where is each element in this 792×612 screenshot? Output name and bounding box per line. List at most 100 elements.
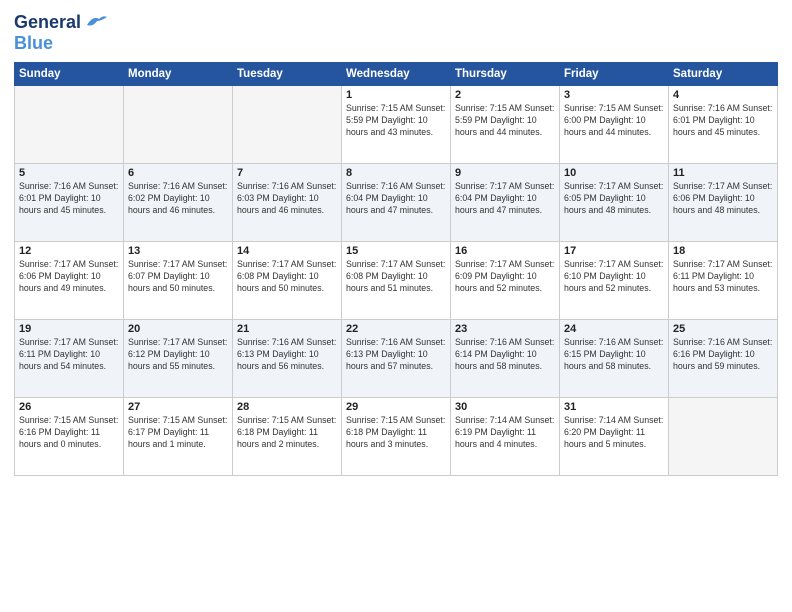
cell-content: Sunrise: 7:16 AM Sunset: 6:15 PM Dayligh…	[564, 337, 664, 373]
calendar-cell: 13Sunrise: 7:17 AM Sunset: 6:07 PM Dayli…	[124, 242, 233, 320]
calendar-cell	[15, 86, 124, 164]
calendar-cell: 18 Sunrise: 7:17 AM Sunset: 6:11 PM Dayli…	[669, 242, 778, 320]
calendar-cell: 14 Sunrise: 7:17 AM Sunset: 6:08 PM Dayli…	[233, 242, 342, 320]
cell-content: Sunrise: 7:14 AM Sunset: 6:19 PM Dayligh…	[455, 415, 555, 451]
cell-content: Sunrise: 7:16 AM Sunset: 6:01 PM Dayligh…	[673, 103, 773, 139]
cell-content: Sunrise: 7:15 AM Sunset: 6:18 PM Dayligh…	[237, 415, 337, 451]
calendar-cell: 4 Sunrise: 7:16 AM Sunset: 6:01 PM Daylig…	[669, 86, 778, 164]
calendar-week-4: 19 Sunrise: 7:17 AM Sunset: 6:11 PM Dayli…	[15, 320, 778, 398]
day-number: 28	[237, 401, 337, 413]
day-number: 4	[673, 89, 773, 101]
weekday-header-wednesday: Wednesday	[342, 63, 451, 86]
day-number: 20	[128, 323, 228, 335]
day-number: 14	[237, 245, 337, 257]
cell-content: Sunrise: 7:17 AM Sunset: 6:08 PM Dayligh…	[346, 259, 446, 295]
calendar-cell	[669, 398, 778, 476]
day-number: 31	[564, 401, 664, 413]
weekday-header-thursday: Thursday	[451, 63, 560, 86]
calendar-cell: 24Sunrise: 7:16 AM Sunset: 6:15 PM Dayli…	[560, 320, 669, 398]
cell-content: Sunrise: 7:17 AM Sunset: 6:04 PM Dayligh…	[455, 181, 555, 217]
cell-content: Sunrise: 7:17 AM Sunset: 6:07 PM Dayligh…	[128, 259, 228, 295]
cell-content: Sunrise: 7:15 AM Sunset: 5:59 PM Dayligh…	[455, 103, 555, 139]
calendar-cell: 16Sunrise: 7:17 AM Sunset: 6:09 PM Dayli…	[451, 242, 560, 320]
cell-content: Sunrise: 7:16 AM Sunset: 6:13 PM Dayligh…	[346, 337, 446, 373]
logo-bird-icon	[85, 13, 107, 29]
day-number: 18	[673, 245, 773, 257]
calendar-cell: 28 Sunrise: 7:15 AM Sunset: 6:18 PM Dayli…	[233, 398, 342, 476]
day-number: 2	[455, 89, 555, 101]
calendar-cell: 1Sunrise: 7:15 AM Sunset: 5:59 PM Daylig…	[342, 86, 451, 164]
logo: General Blue	[14, 12, 107, 54]
weekday-header-saturday: Saturday	[669, 63, 778, 86]
calendar-cell: 15Sunrise: 7:17 AM Sunset: 6:08 PM Dayli…	[342, 242, 451, 320]
cell-content: Sunrise: 7:17 AM Sunset: 6:11 PM Dayligh…	[19, 337, 119, 373]
calendar-cell: 21 Sunrise: 7:16 AM Sunset: 6:13 PM Dayli…	[233, 320, 342, 398]
calendar-cell	[233, 86, 342, 164]
cell-content: Sunrise: 7:17 AM Sunset: 6:12 PM Dayligh…	[128, 337, 228, 373]
calendar-cell: 25Sunrise: 7:16 AM Sunset: 6:16 PM Dayli…	[669, 320, 778, 398]
day-number: 6	[128, 167, 228, 179]
day-number: 26	[19, 401, 119, 413]
calendar-cell: 17Sunrise: 7:17 AM Sunset: 6:10 PM Dayli…	[560, 242, 669, 320]
day-number: 19	[19, 323, 119, 335]
weekday-header-sunday: Sunday	[15, 63, 124, 86]
logo-blue: Blue	[14, 33, 53, 53]
cell-content: Sunrise: 7:15 AM Sunset: 6:17 PM Dayligh…	[128, 415, 228, 451]
calendar-cell: 30 Sunrise: 7:14 AM Sunset: 6:19 PM Dayli…	[451, 398, 560, 476]
day-number: 25	[673, 323, 773, 335]
calendar-cell: 27 Sunrise: 7:15 AM Sunset: 6:17 PM Dayli…	[124, 398, 233, 476]
day-number: 10	[564, 167, 664, 179]
calendar-cell: 12Sunrise: 7:17 AM Sunset: 6:06 PM Dayli…	[15, 242, 124, 320]
day-number: 9	[455, 167, 555, 179]
calendar-cell: 8 Sunrise: 7:16 AM Sunset: 6:04 PM Daylig…	[342, 164, 451, 242]
calendar-week-3: 12Sunrise: 7:17 AM Sunset: 6:06 PM Dayli…	[15, 242, 778, 320]
day-number: 27	[128, 401, 228, 413]
weekday-header-monday: Monday	[124, 63, 233, 86]
cell-content: Sunrise: 7:17 AM Sunset: 6:11 PM Dayligh…	[673, 259, 773, 295]
cell-content: Sunrise: 7:16 AM Sunset: 6:01 PM Dayligh…	[19, 181, 119, 217]
cell-content: Sunrise: 7:17 AM Sunset: 6:06 PM Dayligh…	[673, 181, 773, 217]
day-number: 8	[346, 167, 446, 179]
calendar-cell: 19 Sunrise: 7:17 AM Sunset: 6:11 PM Dayli…	[15, 320, 124, 398]
cell-content: Sunrise: 7:16 AM Sunset: 6:02 PM Dayligh…	[128, 181, 228, 217]
calendar-cell: 3 Sunrise: 7:15 AM Sunset: 6:00 PM Daylig…	[560, 86, 669, 164]
cell-content: Sunrise: 7:15 AM Sunset: 6:16 PM Dayligh…	[19, 415, 119, 451]
day-number: 3	[564, 89, 664, 101]
day-number: 30	[455, 401, 555, 413]
calendar-cell	[124, 86, 233, 164]
day-number: 7	[237, 167, 337, 179]
calendar-cell: 7Sunrise: 7:16 AM Sunset: 6:03 PM Daylig…	[233, 164, 342, 242]
day-number: 23	[455, 323, 555, 335]
weekday-header-tuesday: Tuesday	[233, 63, 342, 86]
calendar-cell: 31 Sunrise: 7:14 AM Sunset: 6:20 PM Dayli…	[560, 398, 669, 476]
cell-content: Sunrise: 7:17 AM Sunset: 6:08 PM Dayligh…	[237, 259, 337, 295]
cell-content: Sunrise: 7:17 AM Sunset: 6:06 PM Dayligh…	[19, 259, 119, 295]
cell-content: Sunrise: 7:16 AM Sunset: 6:13 PM Dayligh…	[237, 337, 337, 373]
day-number: 29	[346, 401, 446, 413]
page: General Blue SundayMondayTuesdayWednesda…	[0, 0, 792, 612]
cell-content: Sunrise: 7:17 AM Sunset: 6:05 PM Dayligh…	[564, 181, 664, 217]
calendar-table: SundayMondayTuesdayWednesdayThursdayFrid…	[14, 62, 778, 476]
calendar-cell: 29 Sunrise: 7:15 AM Sunset: 6:18 PM Dayli…	[342, 398, 451, 476]
calendar-header-row: SundayMondayTuesdayWednesdayThursdayFrid…	[15, 63, 778, 86]
calendar-cell: 9 Sunrise: 7:17 AM Sunset: 6:04 PM Daylig…	[451, 164, 560, 242]
cell-content: Sunrise: 7:16 AM Sunset: 6:04 PM Dayligh…	[346, 181, 446, 217]
cell-content: Sunrise: 7:16 AM Sunset: 6:14 PM Dayligh…	[455, 337, 555, 373]
cell-content: Sunrise: 7:15 AM Sunset: 6:18 PM Dayligh…	[346, 415, 446, 451]
cell-content: Sunrise: 7:15 AM Sunset: 5:59 PM Dayligh…	[346, 103, 446, 139]
day-number: 22	[346, 323, 446, 335]
cell-content: Sunrise: 7:14 AM Sunset: 6:20 PM Dayligh…	[564, 415, 664, 451]
calendar-cell: 2 Sunrise: 7:15 AM Sunset: 5:59 PM Daylig…	[451, 86, 560, 164]
calendar-week-2: 5 Sunrise: 7:16 AM Sunset: 6:01 PM Daylig…	[15, 164, 778, 242]
cell-content: Sunrise: 7:17 AM Sunset: 6:09 PM Dayligh…	[455, 259, 555, 295]
cell-content: Sunrise: 7:15 AM Sunset: 6:00 PM Dayligh…	[564, 103, 664, 139]
day-number: 5	[19, 167, 119, 179]
calendar-week-1: 1Sunrise: 7:15 AM Sunset: 5:59 PM Daylig…	[15, 86, 778, 164]
weekday-header-friday: Friday	[560, 63, 669, 86]
calendar-week-5: 26 Sunrise: 7:15 AM Sunset: 6:16 PM Dayli…	[15, 398, 778, 476]
calendar-cell: 26 Sunrise: 7:15 AM Sunset: 6:16 PM Dayli…	[15, 398, 124, 476]
day-number: 21	[237, 323, 337, 335]
day-number: 11	[673, 167, 773, 179]
calendar-cell: 10 Sunrise: 7:17 AM Sunset: 6:05 PM Dayli…	[560, 164, 669, 242]
header: General Blue	[14, 12, 778, 54]
